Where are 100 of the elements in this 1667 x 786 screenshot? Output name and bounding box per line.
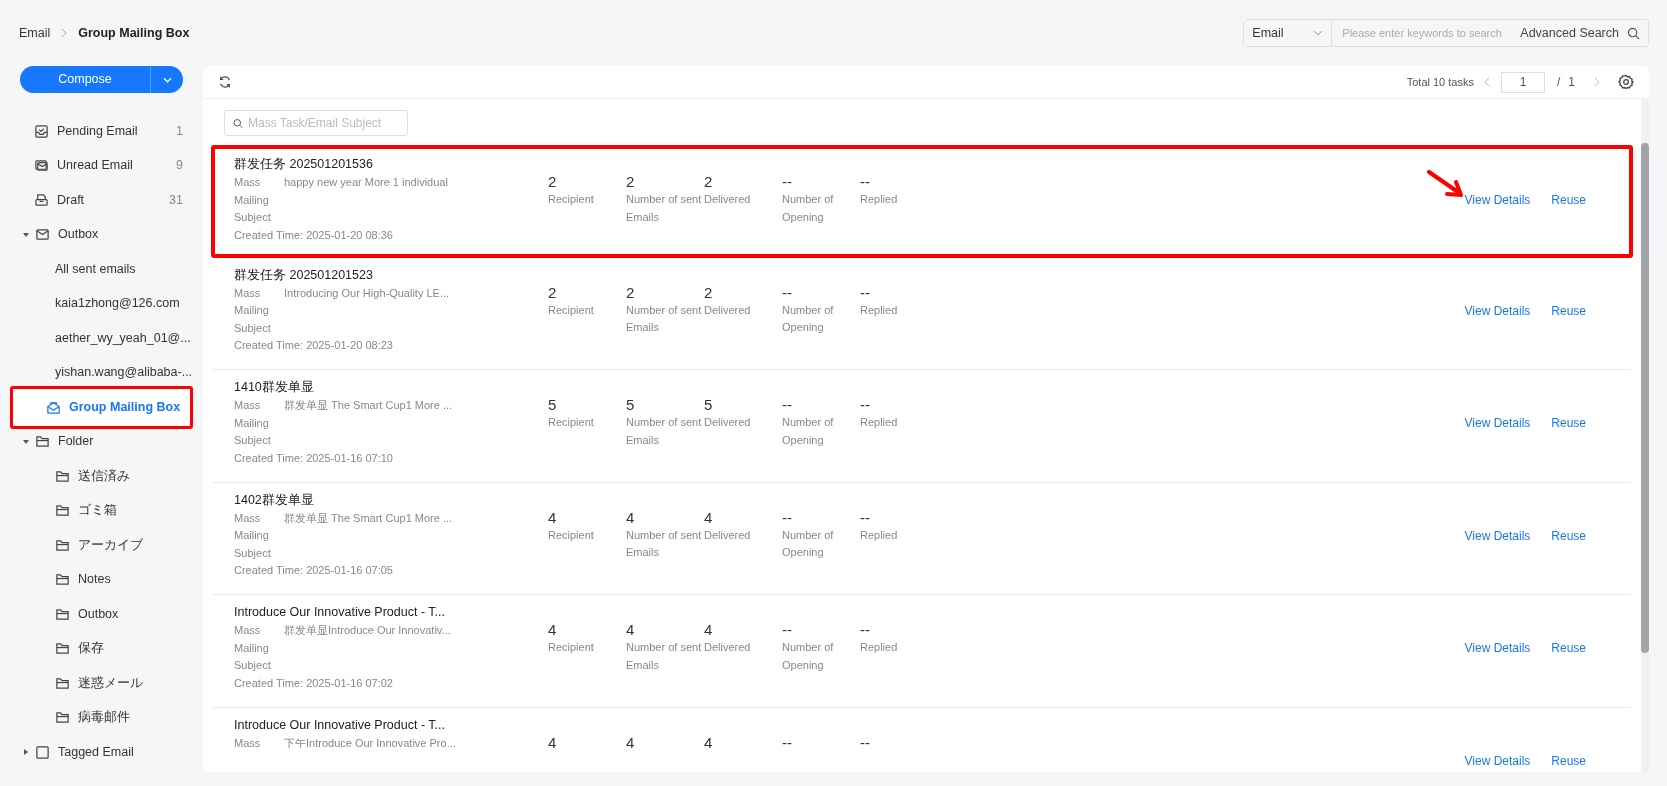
action-link[interactable]: Reuse (1551, 191, 1586, 209)
action-link[interactable]: View Details (1464, 191, 1531, 209)
stat-value: 5 (704, 396, 714, 414)
created-time: Created Time: 2025-01-16 07:02 (234, 675, 394, 691)
action-link[interactable]: Reuse (1551, 414, 1586, 432)
caret-icon[interactable] (22, 230, 30, 239)
subject-text: Introducing Our High-Quality LE... (284, 285, 450, 301)
folder-icon (55, 537, 70, 553)
created-time: Created Time: 2025-01-20 08:36 (234, 227, 394, 243)
action-link[interactable]: View Details (1464, 414, 1531, 432)
sidebar-item[interactable]: Outbox (0, 597, 203, 632)
task-title: 1410群发单显 (234, 379, 315, 396)
breadcrumb-item[interactable]: Email (19, 23, 51, 43)
stat-label: Number of Opening (782, 192, 835, 225)
action-link[interactable]: View Details (1464, 751, 1531, 770)
action-link[interactable]: Reuse (1551, 301, 1586, 320)
action-link[interactable]: View Details (1464, 639, 1531, 657)
field-label: Subject (234, 658, 272, 673)
action-link[interactable]: View Details (1464, 301, 1531, 320)
subject-text: happy new year More 1 individual (284, 175, 448, 190)
sidebar-item[interactable]: 迷惑メール (0, 666, 203, 701)
sidebar-item[interactable]: aether_wy_yeah_01@... (0, 321, 203, 356)
action-link[interactable]: Reuse (1551, 526, 1586, 545)
scrollbar[interactable] (1641, 99, 1649, 772)
stat-value: -- (860, 173, 871, 191)
page-input[interactable]: 1 (1500, 71, 1545, 93)
breadcrumb-item: Group Mailing Box (78, 24, 190, 42)
sidebar-item[interactable]: ゴミ箱 (0, 493, 203, 528)
stat-value: -- (782, 173, 793, 191)
field-label: Mailing (234, 192, 270, 208)
stat-label: Number of sent Emails (626, 640, 702, 673)
field-label: Mass (234, 623, 262, 638)
field-label: Subject (234, 210, 272, 225)
task-row[interactable]: Introduce Our Innovative Product - T... Mass 下午Introduce Our Innovative Pro... 4 4 4 -- -- View Details Reuse (213, 707, 1631, 772)
stat-value: -- (860, 396, 871, 414)
stat-label: Number of sent Emails (626, 192, 702, 225)
folder-icon (35, 434, 50, 450)
sidebar-item[interactable]: アーカイブ (0, 528, 203, 563)
open-envelope-icon (46, 399, 61, 415)
stat-label: Number of Opening (782, 415, 835, 448)
search-icon (233, 117, 243, 129)
sidebar-item[interactable]: All sent emails (0, 252, 203, 287)
stat-label: Number of sent Emails (626, 302, 702, 335)
created-time: Created Time: 2025-01-20 08:23 (234, 338, 394, 353)
stat-label: Delivered (704, 640, 752, 655)
search-field[interactable]: Please enter keywords to search (1332, 20, 1513, 46)
stat-label: Recipient (548, 640, 595, 655)
tag-square-icon (35, 744, 50, 760)
advanced-search-button[interactable]: Advanced Search (1512, 20, 1648, 46)
folder-icon (55, 606, 70, 622)
stat-value: 4 (704, 733, 714, 752)
caret-icon[interactable] (22, 748, 30, 757)
task-search-field[interactable]: Mass Task/Email Subject (224, 110, 408, 136)
folder-icon (55, 710, 70, 726)
field-label: Mailing (234, 415, 270, 431)
stat-label: Number of sent Emails (626, 415, 702, 448)
subject-text: 群发单显 The Smart Cup1 More ... (284, 510, 453, 526)
sidebar-item[interactable]: Outbox (0, 217, 203, 252)
sidebar-item[interactable]: Notes (0, 562, 203, 597)
sidebar-item[interactable]: 保存 (0, 631, 203, 666)
task-row[interactable]: 1402群发单显 Mass Mailing Subject 群发单显 The Smart Cup1 More ... Created Time: 2025-01-16 07:05 4 Recipient 4 Number of sent Emails 4 Delivered -- Number of Opening -- Replied View Details Reuse (213, 482, 1631, 595)
stat-label: Replied (860, 302, 899, 318)
field-label: Mass (234, 175, 262, 190)
stat-value: 4 (626, 621, 636, 639)
stat-label: Replied (860, 415, 899, 430)
stat-label: Delivered (704, 302, 752, 318)
field-label: Subject (234, 433, 272, 448)
stat-label: Number of Opening (782, 527, 835, 560)
scope-dropdown[interactable]: Email (1244, 20, 1333, 46)
caret-icon[interactable] (22, 437, 30, 446)
sidebar-item[interactable]: 送信済み (0, 459, 203, 494)
stat-value: -- (860, 621, 871, 639)
folder-icon (55, 468, 70, 484)
sidebar-item[interactable]: Folder (0, 424, 203, 459)
stat-label: Delivered (704, 527, 752, 543)
stat-label: Number of Opening (782, 640, 835, 673)
sidebar-item[interactable]: Tagged Email (0, 735, 203, 770)
action-link[interactable]: View Details (1464, 526, 1531, 545)
inbox-check-icon (34, 123, 49, 139)
sidebar-item[interactable]: Unread Email 9 (0, 148, 203, 183)
action-link[interactable]: Reuse (1551, 639, 1586, 657)
stat-value: 4 (704, 508, 714, 527)
refresh-icon[interactable] (218, 75, 232, 89)
envelope-icon (35, 227, 50, 243)
task-row[interactable]: 1410群发单显 Mass Mailing Subject 群发单显 The Smart Cup1 More ... Created Time: 2025-01-16 07:10 5 Recipient 5 Number of sent Emails 5 Delivered -- Number of Opening -- Replied View Details Reuse (213, 370, 1631, 483)
sidebar-item[interactable]: Pending Email 1 (0, 114, 203, 149)
sidebar-item[interactable]: Draft 31 (0, 183, 203, 218)
created-time: Created Time: 2025-01-16 07:10 (234, 450, 394, 466)
stat-label: Replied (860, 527, 899, 543)
stat-label: Recipient (548, 415, 595, 430)
action-link[interactable]: Reuse (1551, 751, 1586, 770)
task-row[interactable] (211, 145, 1633, 258)
sidebar-item[interactable]: kaia1zhong@126.com (0, 286, 203, 321)
mail-stack-icon (34, 158, 49, 174)
stat-label: Replied (860, 640, 899, 655)
sidebar-item[interactable]: yishan.wang@alibaba-... (0, 355, 203, 390)
stat-value: 2 (626, 283, 636, 302)
settings-icon[interactable] (1618, 74, 1634, 90)
field-label: Mass (234, 510, 262, 526)
sidebar-item[interactable]: 病毒邮件 (0, 700, 203, 735)
